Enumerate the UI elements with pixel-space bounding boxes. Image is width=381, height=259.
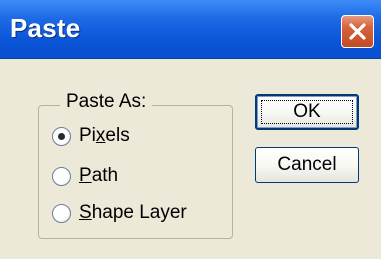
radio-pixels[interactable]: Pixels (52, 123, 130, 149)
radio-label-path[interactable]: Path (79, 164, 118, 188)
close-icon (349, 23, 366, 40)
close-button[interactable] (341, 15, 374, 48)
radio-selected-dot (58, 132, 65, 140)
radio-path[interactable]: Path (52, 163, 118, 189)
ok-button[interactable]: OK (255, 94, 359, 130)
radio-button[interactable] (52, 126, 71, 146)
radio-label-shape-layer[interactable]: Shape Layer (79, 201, 187, 225)
ok-label: OK (293, 101, 321, 122)
radio-shape-layer[interactable]: Shape Layer (52, 200, 187, 226)
paste-dialog: Paste Paste As: Pixels Path Shape Layer … (0, 0, 381, 259)
title-bar[interactable]: Paste (0, 0, 381, 59)
paste-as-legend: Paste As: (60, 89, 153, 115)
cancel-button[interactable]: Cancel (255, 147, 359, 183)
radio-button[interactable] (52, 166, 71, 186)
radio-button[interactable] (52, 203, 71, 223)
radio-label-pixels[interactable]: Pixels (79, 124, 130, 148)
dialog-title: Paste (10, 13, 81, 43)
